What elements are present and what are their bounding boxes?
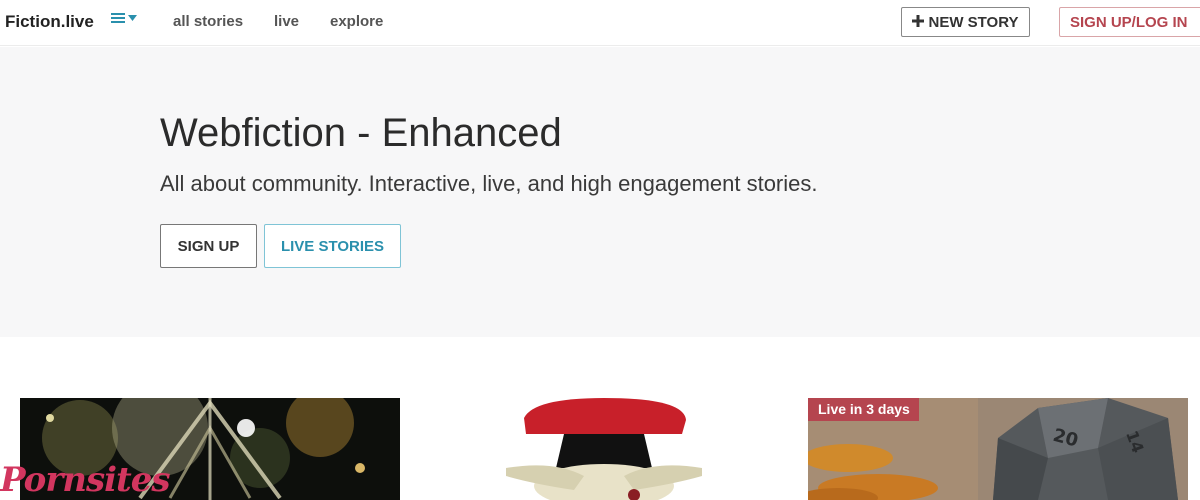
hero-title: Webfiction - Enhanced	[160, 111, 562, 155]
story-card[interactable]	[414, 398, 794, 500]
menu-toggle[interactable]	[111, 12, 137, 24]
top-navbar: Fiction.live all stories live explore NE…	[0, 0, 1200, 46]
hero-section: Webfiction - Enhanced All about communit…	[0, 47, 1200, 337]
nav-live[interactable]: live	[274, 13, 299, 30]
live-stories-button[interactable]: LIVE STORIES	[264, 224, 401, 268]
story-cover-image	[414, 398, 794, 500]
nav-all-stories[interactable]: all stories	[173, 13, 243, 30]
signup-login-button[interactable]: SIGN UP/LOG IN	[1059, 7, 1200, 37]
story-card[interactable]: 20 14 Live in 3 days	[808, 398, 1188, 500]
nav-explore[interactable]: explore	[330, 13, 383, 30]
brand-logo[interactable]: Fiction.live	[5, 12, 94, 32]
hamburger-icon	[111, 12, 125, 24]
hero-subtitle: All about community. Interactive, live, …	[160, 171, 818, 196]
caret-down-icon	[128, 15, 137, 21]
new-story-label: NEW STORY	[928, 13, 1019, 31]
hero-signup-button[interactable]: SIGN UP	[160, 224, 257, 268]
signup-login-label: SIGN UP/LOG IN	[1070, 13, 1188, 31]
live-badge: Live in 3 days	[808, 398, 919, 421]
plus-icon	[912, 14, 925, 31]
new-story-button[interactable]: NEW STORY	[901, 7, 1030, 37]
watermark-logo: Pornsites	[0, 460, 170, 500]
